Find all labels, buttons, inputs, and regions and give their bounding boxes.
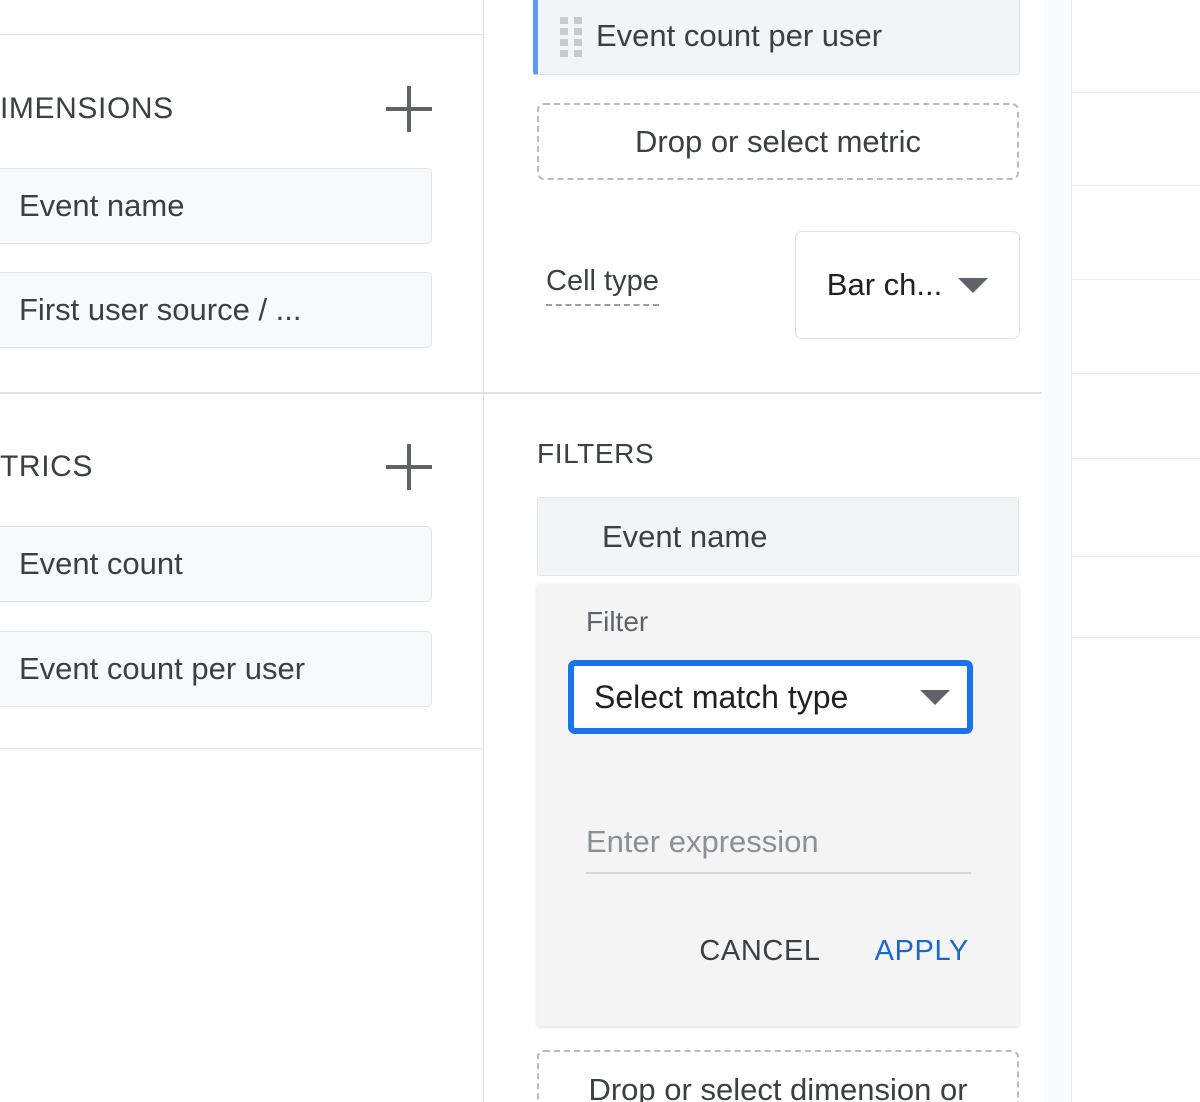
config-panel-scrollbar-track[interactable]: [1042, 0, 1062, 1102]
apply-button[interactable]: APPLY: [871, 929, 973, 974]
metric-chip-label: Event count per user: [19, 651, 306, 686]
metric-chip-event-count-per-user[interactable]: Event count per user: [0, 631, 432, 707]
dimension-or-metric-drop-zone[interactable]: Drop or select dimension or: [537, 1050, 1019, 1102]
filter-config-popup: Filter Select match type CANCEL APPLY: [537, 584, 1019, 1026]
dimensions-section-title: IMENSIONS: [0, 92, 174, 125]
filter-field-label: Event name: [602, 518, 768, 554]
filters-section-title: FILTERS: [537, 438, 655, 469]
ga4-exploration-config-panel: IMENSIONS Event name First user source /…: [0, 0, 1200, 1102]
table-row-divider: [1072, 185, 1200, 186]
report-table-left-rule: [1071, 0, 1072, 1102]
table-row-divider: [1072, 556, 1200, 557]
panel-vertical-divider-top: [483, 0, 484, 394]
table-row-divider: [1072, 92, 1200, 93]
left-panel-top-divider: [0, 34, 483, 35]
dimension-chip-label: First user source / ...: [19, 292, 302, 327]
dimension-chip-event-name[interactable]: Event name: [0, 168, 432, 244]
chevron-down-icon: [958, 277, 989, 293]
metrics-section-bottom-divider: [0, 748, 483, 749]
table-row-divider: [1072, 373, 1200, 374]
table-row-divider: [1072, 458, 1200, 459]
metric-drop-zone[interactable]: Drop or select metric: [537, 103, 1019, 180]
cell-type-select[interactable]: Bar ch...: [795, 231, 1020, 339]
panel-vertical-divider-bottom: [483, 394, 484, 1102]
expression-input[interactable]: [586, 812, 971, 874]
dimension-chip-first-user-source[interactable]: First user source / ...: [0, 272, 432, 348]
match-type-value: Select match type: [594, 678, 849, 715]
filter-popup-label: Filter: [586, 606, 649, 637]
selected-metric-label: Event count per user: [596, 17, 883, 53]
metric-chip-event-count[interactable]: Event count: [0, 526, 432, 602]
filter-field-chip-event-name[interactable]: Event name: [537, 497, 1019, 576]
table-row-divider: [1072, 279, 1200, 280]
chevron-down-icon: [920, 689, 950, 705]
cell-type-row: Cell type Bar ch...: [533, 231, 1020, 339]
metric-chip-label: Event count: [19, 546, 183, 581]
dimensions-section-header: IMENSIONS: [0, 86, 432, 132]
add-dimension-icon[interactable]: [386, 86, 432, 132]
metrics-section-title: TRICS: [0, 450, 93, 483]
cell-type-value: Bar ch...: [826, 267, 943, 302]
metrics-section-header: TRICS: [0, 444, 432, 490]
cancel-button[interactable]: CANCEL: [695, 929, 824, 974]
dimension-chip-label: Event name: [19, 188, 185, 223]
drag-handle-icon[interactable]: [560, 16, 582, 57]
table-row-divider: [1072, 637, 1200, 638]
add-metric-icon[interactable]: [386, 444, 432, 490]
match-type-select[interactable]: Select match type: [568, 660, 973, 734]
selected-metric-chip[interactable]: Event count per user: [533, 0, 1020, 75]
cell-type-label: Cell type: [546, 265, 659, 306]
section-horizontal-divider: [0, 392, 1042, 394]
filter-popup-actions: CANCEL APPLY: [537, 929, 1019, 974]
